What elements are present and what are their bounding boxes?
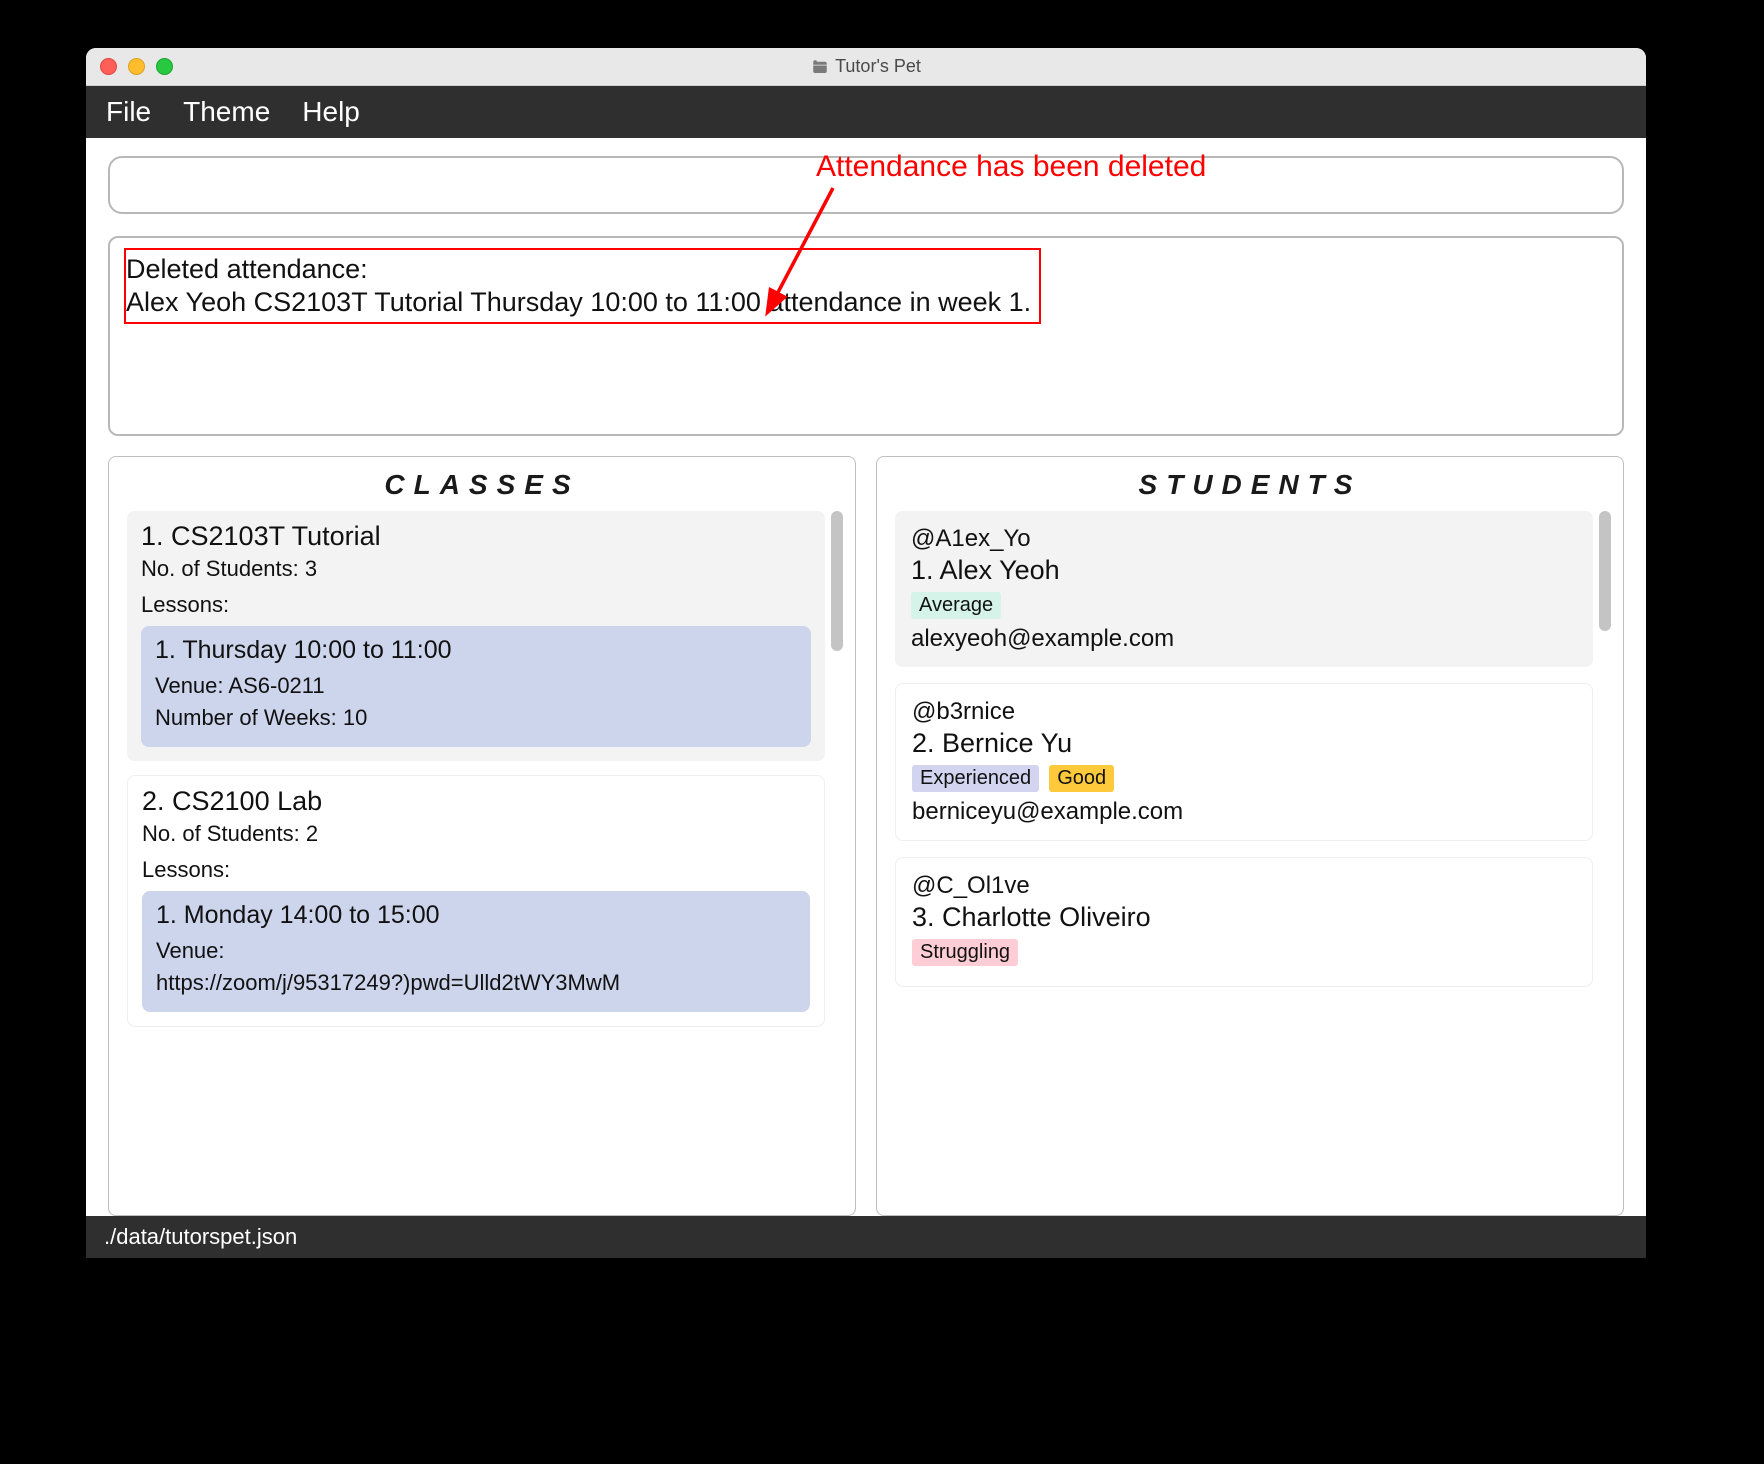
student-name: 3. Charlotte Oliveiro [912, 902, 1576, 933]
app-window: Tutor's Pet File Theme Help Attendance h… [86, 48, 1646, 1258]
window-title: Tutor's Pet [86, 56, 1646, 77]
class-card[interactable]: 2. CS2100 Lab No. of Students: 2 Lessons… [127, 775, 825, 1027]
lesson-venue: Venue: AS6-0211 [155, 673, 797, 699]
window-title-text: Tutor's Pet [835, 56, 921, 77]
classes-header: CLASSES [109, 457, 855, 511]
minimize-icon[interactable] [128, 58, 145, 75]
class-title: 2. CS2100 Lab [142, 786, 810, 817]
result-highlight: Deleted attendance: Alex Yeoh CS2103T Tu… [124, 248, 1041, 324]
menu-theme[interactable]: Theme [183, 96, 270, 128]
student-card[interactable]: @A1ex_Yo 1. Alex Yeoh Average alexyeoh@e… [895, 511, 1593, 667]
scrollbar-thumb[interactable] [1599, 511, 1611, 631]
scrollbar-thumb[interactable] [831, 511, 843, 651]
window-controls [100, 58, 173, 75]
student-email: berniceyu@example.com [912, 798, 1576, 826]
classes-list[interactable]: 1. CS2103T Tutorial No. of Students: 3 L… [127, 511, 825, 1215]
student-handle: @A1ex_Yo [911, 525, 1577, 553]
class-students-count: No. of Students: 2 [142, 821, 810, 847]
tag: Good [1049, 765, 1114, 792]
statusbar: ./data/tutorspet.json [86, 1216, 1646, 1258]
lesson-card[interactable]: 1. Thursday 10:00 to 11:00 Venue: AS6-02… [141, 626, 811, 747]
body-area: Attendance has been deleted Deleted atte… [86, 138, 1646, 1216]
students-panel: STUDENTS @A1ex_Yo 1. Alex Yeoh Average a… [876, 456, 1624, 1216]
lesson-venue: Venue: [156, 938, 796, 964]
menu-help[interactable]: Help [302, 96, 360, 128]
lesson-weeks: Number of Weeks: 10 [155, 705, 797, 731]
status-path: ./data/tutorspet.json [104, 1224, 297, 1250]
result-header: Deleted attendance: [126, 254, 1031, 285]
panels-row: CLASSES 1. CS2103T Tutorial No. of Stude… [108, 456, 1624, 1216]
student-handle: @b3rnice [912, 698, 1576, 726]
lesson-venue-url: https://zoom/j/95317249?)pwd=Ulld2tWY3Mw… [156, 970, 796, 996]
menu-file[interactable]: File [106, 96, 151, 128]
result-detail: Alex Yeoh CS2103T Tutorial Thursday 10:0… [126, 287, 1031, 318]
classes-panel: CLASSES 1. CS2103T Tutorial No. of Stude… [108, 456, 856, 1216]
student-email: alexyeoh@example.com [911, 625, 1577, 653]
titlebar: Tutor's Pet [86, 48, 1646, 86]
lessons-label: Lessons: [142, 857, 810, 883]
close-icon[interactable] [100, 58, 117, 75]
command-input[interactable] [108, 156, 1624, 214]
student-name: 1. Alex Yeoh [911, 555, 1577, 586]
class-students-count: No. of Students: 3 [141, 556, 811, 582]
tag: Average [911, 592, 1001, 619]
class-title: 1. CS2103T Tutorial [141, 521, 811, 552]
maximize-icon[interactable] [156, 58, 173, 75]
menubar: File Theme Help [86, 86, 1646, 138]
student-handle: @C_Ol1ve [912, 872, 1576, 900]
lesson-time: 1. Thursday 10:00 to 11:00 [155, 636, 797, 665]
lesson-time: 1. Monday 14:00 to 15:00 [156, 901, 796, 930]
students-scrollbar[interactable] [1597, 511, 1613, 1215]
lesson-card[interactable]: 1. Monday 14:00 to 15:00 Venue: https://… [142, 891, 810, 1012]
tag: Struggling [912, 939, 1018, 966]
tag-row: Average [911, 592, 1577, 619]
result-display: Deleted attendance: Alex Yeoh CS2103T Tu… [108, 236, 1624, 436]
app-icon [811, 58, 829, 76]
class-card[interactable]: 1. CS2103T Tutorial No. of Students: 3 L… [127, 511, 825, 761]
students-list[interactable]: @A1ex_Yo 1. Alex Yeoh Average alexyeoh@e… [895, 511, 1593, 1215]
tag: Experienced [912, 765, 1039, 792]
lessons-label: Lessons: [141, 592, 811, 618]
student-card[interactable]: @C_Ol1ve 3. Charlotte Oliveiro Strugglin… [895, 857, 1593, 987]
students-header: STUDENTS [877, 457, 1623, 511]
student-card[interactable]: @b3rnice 2. Bernice Yu Experienced Good … [895, 683, 1593, 841]
student-name: 2. Bernice Yu [912, 728, 1576, 759]
tag-row: Struggling [912, 939, 1576, 966]
classes-scrollbar[interactable] [829, 511, 845, 1215]
tag-row: Experienced Good [912, 765, 1576, 792]
